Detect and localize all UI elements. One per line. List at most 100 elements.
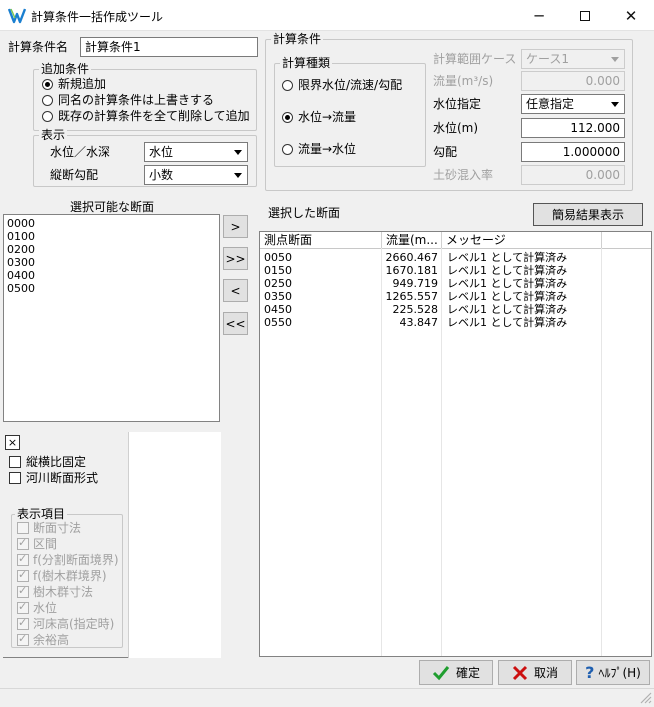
checkbox-indicator xyxy=(9,472,21,484)
list-item[interactable]: 0500 xyxy=(4,282,219,295)
sediment-label: 土砂混入率 xyxy=(433,168,494,182)
slope-format-label: 縦断勾配 xyxy=(50,168,99,182)
chevron-down-icon xyxy=(607,51,623,67)
calc-conditions-title: 計算条件 xyxy=(271,32,324,46)
slope-label: 勾配 xyxy=(433,145,458,159)
column-header-message[interactable]: メッセージ xyxy=(442,232,602,248)
display-title: 表示 xyxy=(39,128,68,142)
radio-indicator xyxy=(282,143,293,155)
close-icon: ✕ xyxy=(624,6,638,25)
preview-close-button[interactable]: × xyxy=(5,435,20,450)
flow-input[interactable]: 0.000 xyxy=(521,71,625,91)
table-row[interactable]: 0450 225.528 レベル1 として計算済み xyxy=(260,303,648,316)
list-item[interactable]: 0300 xyxy=(4,256,219,269)
table-row[interactable]: 0350 1265.557 レベル1 として計算済み xyxy=(260,290,648,303)
river-shape-checkbox[interactable]: 河川断面形式 xyxy=(9,471,98,485)
level-depth-select[interactable]: 水位 xyxy=(144,142,248,162)
item-freeboard[interactable]: 余裕高 xyxy=(17,632,69,647)
list-item[interactable]: 0400 xyxy=(4,269,219,282)
status-bar xyxy=(0,688,654,705)
cancel-button[interactable]: 取消 xyxy=(498,660,572,685)
quick-result-button[interactable]: 簡易結果表示 xyxy=(533,203,643,226)
radio-indicator xyxy=(42,94,53,106)
radio-add-new[interactable]: 新規追加 xyxy=(42,77,106,91)
add-button[interactable]: > xyxy=(223,215,248,238)
ok-button[interactable]: 確定 xyxy=(419,660,493,685)
window-title: 計算条件一括作成ツール xyxy=(31,10,164,24)
maximize-button[interactable] xyxy=(562,0,608,31)
sediment-input[interactable]: 0.000 xyxy=(521,165,625,185)
radio-critical[interactable]: 限界水位/流速/勾配 xyxy=(282,78,402,92)
calc-type-title: 計算種類 xyxy=(280,56,333,70)
x-mark-icon xyxy=(512,665,528,680)
table-row[interactable]: 0050 2660.467 レベル1 として計算済み xyxy=(260,251,648,264)
radio-overwrite[interactable]: 同名の計算条件は上書きする xyxy=(42,93,214,107)
range-case-label: 計算範囲ケース xyxy=(433,52,517,66)
item-interval[interactable]: 区間 xyxy=(17,536,57,551)
slope-input[interactable]: 1.000000 xyxy=(521,142,625,162)
column-header-section[interactable]: 測点断面 xyxy=(260,232,382,248)
range-case-select[interactable]: ケース1 xyxy=(521,49,625,69)
item-water-level[interactable]: 水位 xyxy=(17,600,57,615)
resize-grip-icon[interactable] xyxy=(638,690,652,704)
checkbox-indicator xyxy=(17,552,29,566)
level-depth-label: 水位／水深 xyxy=(50,145,111,159)
checkbox-indicator xyxy=(17,632,29,646)
maximize-icon xyxy=(580,10,590,21)
selected-sections-grid[interactable]: 測点断面 流量(m... メッセージ 0050 2660.467 レベル1 とし… xyxy=(259,231,652,657)
radio-delete-all[interactable]: 既存の計算条件を全て削除して追加 xyxy=(42,109,250,123)
item-tree-dims[interactable]: 樹木群寸法 xyxy=(17,584,93,599)
add-conditions-title: 追加条件 xyxy=(39,62,92,76)
radio-indicator xyxy=(282,111,293,123)
question-icon: ? xyxy=(585,663,595,682)
list-item[interactable]: 0200 xyxy=(4,243,219,256)
checkbox-indicator xyxy=(17,536,29,550)
remove-all-button[interactable]: << xyxy=(223,312,248,335)
item-split-boundary[interactable]: f(分割断面境界) xyxy=(17,552,119,567)
minimize-button[interactable]: ─ xyxy=(516,0,562,31)
item-section-dims[interactable]: 断面寸法 xyxy=(17,521,81,535)
radio-indicator xyxy=(42,78,53,90)
checkbox-indicator xyxy=(17,568,29,582)
chevron-down-icon xyxy=(230,167,246,183)
table-row[interactable]: 0150 1670.181 レベル1 として計算済み xyxy=(260,264,648,277)
chevron-down-icon xyxy=(607,96,623,112)
add-all-button[interactable]: >> xyxy=(223,247,248,270)
table-row[interactable]: 0550 43.847 レベル1 として計算済み xyxy=(260,316,648,329)
checkbox-indicator xyxy=(17,616,29,630)
help-button[interactable]: ? ﾍﾙﾌﾟ(H) xyxy=(576,660,650,685)
checkbox-indicator xyxy=(17,522,29,534)
list-item[interactable]: 0100 xyxy=(4,230,219,243)
radio-indicator xyxy=(282,79,293,91)
preview-canvas xyxy=(128,432,221,658)
remove-button[interactable]: < xyxy=(223,279,248,302)
chevron-down-icon xyxy=(230,144,246,160)
radio-flow-to-level[interactable]: 流量→水位 xyxy=(282,142,356,156)
checkbox-indicator xyxy=(9,456,21,468)
checkbox-indicator xyxy=(17,584,29,598)
water-level-label: 水位(m) xyxy=(433,121,479,135)
level-spec-select[interactable]: 任意指定 xyxy=(521,94,625,114)
slope-format-select[interactable]: 小数 xyxy=(144,165,248,185)
aspect-lock-checkbox[interactable]: 縦横比固定 xyxy=(9,455,86,469)
condition-name-label: 計算条件名 xyxy=(8,40,69,54)
checkbox-indicator xyxy=(17,600,29,614)
item-bed-height[interactable]: 河床高(指定時) xyxy=(17,616,114,631)
condition-name-input[interactable]: 計算条件1 xyxy=(80,37,258,57)
close-window-button[interactable]: ✕ xyxy=(608,0,654,31)
table-row[interactable]: 0250 949.719 レベル1 として計算済み xyxy=(260,277,648,290)
available-sections-list[interactable]: 0000 0100 0200 0300 0400 0500 xyxy=(3,214,220,422)
water-level-input[interactable]: 112.000 xyxy=(521,118,625,138)
radio-indicator xyxy=(42,110,53,122)
flow-label: 流量(m³/s) xyxy=(433,74,494,88)
grid-header: 測点断面 流量(m... メッセージ xyxy=(260,232,651,249)
column-header-flow[interactable]: 流量(m... xyxy=(382,232,442,248)
item-tree-boundary[interactable]: f(樹木群境界) xyxy=(17,568,107,583)
level-spec-label: 水位指定 xyxy=(433,97,482,111)
app-icon xyxy=(8,8,26,24)
list-item[interactable]: 0000 xyxy=(4,217,219,230)
available-sections-title: 選択可能な断面 xyxy=(70,200,155,214)
display-items-title: 表示項目 xyxy=(15,507,68,521)
minimize-icon: ─ xyxy=(534,6,544,25)
radio-level-to-flow[interactable]: 水位→流量 xyxy=(282,110,356,124)
